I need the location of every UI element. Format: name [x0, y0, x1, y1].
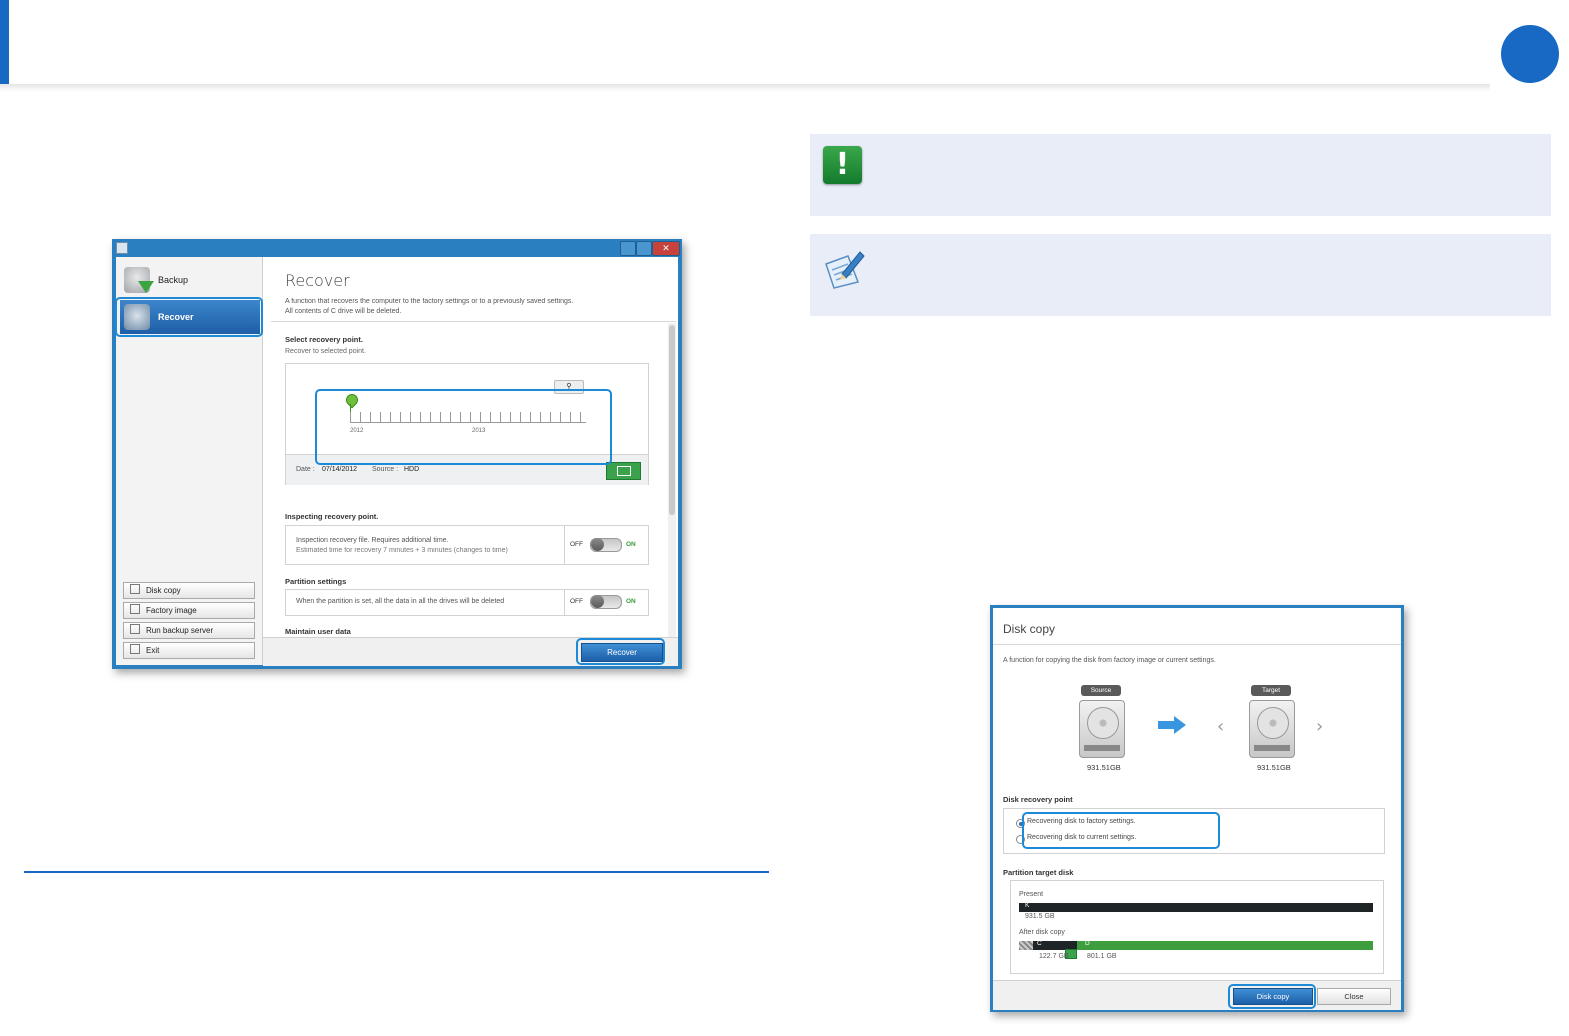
- memo-note-box: [810, 234, 1551, 316]
- after-copy-label: After disk copy: [1019, 929, 1065, 936]
- warning-note-box: [810, 134, 1551, 216]
- source-value: HDD: [404, 466, 420, 473]
- exclamation-icon: !: [823, 146, 862, 184]
- sidebar: Backup Recover Disk copy Factory image R…: [115, 257, 263, 665]
- close-button[interactable]: Close: [1317, 988, 1391, 1005]
- search-icon: [617, 466, 631, 476]
- reserved-partition: [1019, 941, 1033, 950]
- arrow-right-icon: [1158, 721, 1174, 729]
- chapter-badge: [1501, 25, 1559, 83]
- factory-image-icon: [130, 604, 140, 614]
- scrollbar-thumb[interactable]: [669, 325, 675, 515]
- option-text: When the partition is set, all the data …: [296, 598, 505, 605]
- inspect-toggle[interactable]: [590, 538, 622, 552]
- toggle-on-label: ON: [626, 598, 636, 605]
- partition-panel: Present K 931.5 GB After disk copy C D 1…: [1010, 880, 1384, 974]
- present-partition-bar: K: [1019, 902, 1373, 912]
- present-size: 931.5 GB: [1025, 913, 1055, 920]
- exit-icon: [130, 644, 140, 654]
- panel-description: A function that recovers the computer to…: [285, 298, 574, 305]
- window-titlebar: ✕: [112, 239, 682, 257]
- divider: [993, 644, 1401, 645]
- close-icon[interactable]: ✕: [652, 241, 680, 256]
- target-tag: Target: [1251, 685, 1291, 696]
- option-subtext: Estimated time for recovery 7 minutes + …: [296, 547, 508, 554]
- window-body: Disk copy A function for copying the dis…: [993, 608, 1401, 1010]
- section-subtext: Recover to selected point.: [285, 348, 366, 355]
- panel-title: Recover: [285, 271, 350, 290]
- sidebar-item-label: Backup: [158, 275, 189, 285]
- app-icon: [116, 242, 128, 254]
- header-divider: [0, 84, 1490, 92]
- drive-letter: D: [1085, 940, 1090, 947]
- header-accent-bar: [0, 0, 9, 86]
- window-description: A function for copying the disk from fac…: [1003, 657, 1216, 664]
- present-label: Present: [1019, 891, 1044, 898]
- partition-option: When the partition is set, all the data …: [285, 589, 649, 616]
- search-recovery-button[interactable]: [606, 462, 641, 480]
- window-body: Backup Recover Disk copy Factory image R…: [115, 257, 678, 666]
- source-tag: Source: [1081, 685, 1121, 696]
- callout-highlight: [115, 297, 263, 337]
- date-value: 07/14/2012: [322, 466, 358, 473]
- target-disk-icon: [1249, 700, 1295, 758]
- inspect-option: Inspection recovery file. Requires addit…: [285, 525, 649, 565]
- callout-highlight: [1022, 812, 1220, 849]
- disk-copy-icon: [130, 584, 140, 594]
- recover-window: ✕ Backup Recover Disk copy Factory image…: [112, 239, 682, 669]
- date-label: Date :: [296, 466, 315, 473]
- section-heading: Maintain user data: [285, 627, 351, 636]
- server-icon: [130, 624, 140, 634]
- section-heading: Partition settings: [285, 577, 347, 586]
- drive-letter: K: [1025, 902, 1030, 909]
- exit-button[interactable]: Exit: [123, 642, 255, 659]
- maximize-icon[interactable]: [636, 241, 652, 256]
- section-divider: [24, 871, 769, 873]
- divider: [564, 590, 565, 615]
- callout-highlight: [1228, 984, 1316, 1009]
- run-backup-server-button[interactable]: Run backup server: [123, 622, 255, 639]
- partition-toggle[interactable]: [590, 595, 622, 609]
- source-label: Source :: [372, 466, 399, 473]
- toggle-knob: [591, 538, 604, 551]
- chevron-left-icon[interactable]: ‹: [1217, 716, 1224, 737]
- panel-warning-text: All contents of C drive will be deleted.: [285, 308, 402, 315]
- section-heading: Select recovery point.: [285, 335, 363, 344]
- partition-d-size: 801.1 GB: [1087, 953, 1117, 960]
- backup-icon: [124, 267, 154, 293]
- toggle-on-label: ON: [626, 541, 636, 548]
- callout-highlight: [576, 638, 665, 665]
- recover-panel: Recover A function that recovers the com…: [263, 257, 678, 665]
- section-heading: Disk recovery point: [1003, 795, 1073, 804]
- partition-c-size: 122.7 GB: [1039, 953, 1069, 960]
- divider: [271, 321, 676, 322]
- action-bar: Recover: [263, 637, 678, 666]
- factory-image-button[interactable]: Factory image: [123, 602, 255, 619]
- toggle-knob: [591, 595, 604, 608]
- toggle-off-label: OFF: [570, 541, 583, 548]
- arrow-head: [1174, 716, 1186, 734]
- minimize-icon[interactable]: [620, 241, 636, 256]
- toggle-off-label: OFF: [570, 598, 583, 605]
- disk-copy-button[interactable]: Disk copy: [123, 582, 255, 599]
- source-disk-size: 931.51GB: [1087, 763, 1121, 772]
- option-text: Inspection recovery file. Requires addit…: [296, 537, 449, 544]
- section-heading: Partition target disk: [1003, 868, 1074, 877]
- chevron-right-icon[interactable]: ›: [1316, 716, 1323, 737]
- sidebar-item-backup[interactable]: Backup: [120, 263, 260, 297]
- target-disk-size: 931.51GB: [1257, 763, 1291, 772]
- section-heading: Inspecting recovery point.: [285, 512, 379, 521]
- memo-pencil-icon: [825, 251, 865, 289]
- disk-copy-window: Disk copy A function for copying the dis…: [990, 605, 1404, 1012]
- drive-letter: C: [1037, 940, 1042, 947]
- action-bar: Disk copy Close: [993, 980, 1401, 1010]
- callout-highlight: [315, 389, 612, 465]
- window-title: Disk copy: [1003, 622, 1056, 636]
- source-disk-icon: [1079, 700, 1125, 758]
- divider: [564, 526, 565, 564]
